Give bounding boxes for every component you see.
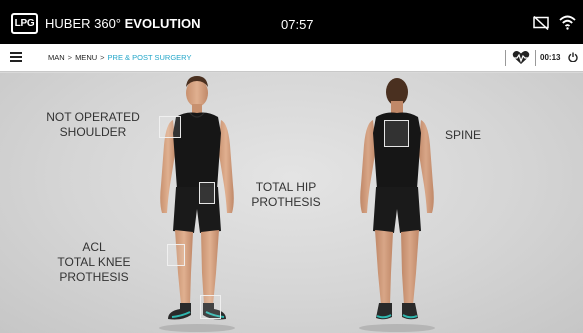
app-title-suffix: EVOLUTION (124, 16, 201, 31)
power-icon[interactable] (568, 52, 578, 62)
breadcrumb-item-menu[interactable]: MENU (75, 53, 97, 62)
breadcrumb: MAN > MENU > PRE & POST SURGERY (48, 53, 191, 62)
front-body-figure (159, 76, 235, 332)
zone-label-line: ACL (82, 240, 106, 254)
zone-label-hip[interactable]: TOTAL HIP PROTHESIS (243, 180, 329, 210)
shoulder-zone[interactable] (159, 116, 181, 138)
divider (505, 50, 506, 66)
zone-label-line: TOTAL KNEE (57, 255, 131, 269)
hamburger-menu-icon[interactable] (10, 52, 22, 62)
lpg-logo: LPG (11, 13, 38, 34)
spine-zone[interactable] (384, 120, 409, 147)
wifi-icon (559, 15, 576, 30)
zone-label-line: PROTHESIS (59, 270, 129, 284)
breadcrumb-bar: MAN > MENU > PRE & POST SURGERY 00:13 (0, 44, 583, 72)
divider (535, 50, 536, 66)
zone-label-knee[interactable]: ACL TOTAL KNEE PROTHESIS (44, 240, 144, 285)
app-title: HUBER 360° EVOLUTION (45, 16, 200, 31)
screen-off-icon (533, 16, 549, 30)
zone-label-line: SPINE (444, 128, 481, 142)
heart-rate-icon[interactable] (512, 50, 530, 65)
status-clock: 07:57 (281, 17, 314, 32)
back-body-figure (359, 78, 435, 332)
zone-label-line: TOTAL HIP (255, 180, 317, 194)
zone-label-line: SHOULDER (59, 125, 127, 139)
zone-label-line: PROTHESIS (251, 195, 321, 209)
breadcrumb-current: PRE & POST SURGERY (107, 53, 192, 62)
hip-zone[interactable] (199, 182, 215, 204)
knee-zone[interactable] (167, 244, 185, 266)
breadcrumb-separator: > (67, 53, 73, 62)
zone-label-spine[interactable]: SPINE (438, 128, 488, 143)
ankle-zone[interactable] (200, 295, 221, 319)
breadcrumb-separator: > (100, 53, 105, 62)
top-bar: LPG HUBER 360° EVOLUTION 07:57 (0, 0, 583, 44)
body-map-stage: NOT OPERATED SHOULDER TOTAL HIP PROTHESI… (0, 73, 583, 333)
session-timer: 00:13 (540, 53, 561, 62)
zone-label-shoulder[interactable]: NOT OPERATED SHOULDER (38, 110, 148, 140)
zone-label-line: NOT OPERATED (46, 110, 140, 124)
app-title-prefix: HUBER 360° (45, 16, 122, 31)
breadcrumb-item-man[interactable]: MAN (48, 53, 65, 62)
